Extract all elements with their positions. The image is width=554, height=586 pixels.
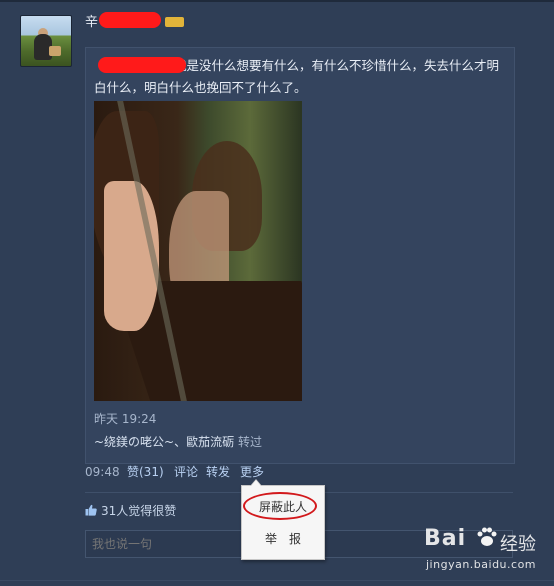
avatar[interactable] xyxy=(20,15,72,67)
like-button[interactable]: 赞(31) xyxy=(127,463,164,481)
redaction-mark-2 xyxy=(98,57,186,73)
likes-count-text: 31人觉得很赞 xyxy=(101,504,177,518)
thumbs-up-icon xyxy=(85,504,97,516)
watermark-word: 经验 xyxy=(500,534,536,555)
user-name[interactable]: 辛 xyxy=(85,14,98,32)
avatar-bag xyxy=(49,46,61,56)
vip-badge xyxy=(165,17,184,27)
redaction-mark xyxy=(99,12,161,28)
repost-users-line: ~绕鎂の咾公~、歐茄流砺 转过 xyxy=(94,433,262,451)
repost-users[interactable]: ~绕鎂の咾公~、歐茄流砺 xyxy=(94,435,234,449)
watermark-url: jingyan.baidu.com xyxy=(426,558,537,571)
forward-button[interactable]: 转发 xyxy=(206,463,230,481)
post-time: 09:48 xyxy=(85,465,120,479)
comment-button[interactable]: 评论 xyxy=(174,463,198,481)
menu-item-report[interactable]: 举报 xyxy=(242,527,324,551)
paw-icon xyxy=(477,527,497,546)
likes-summary[interactable]: 31人觉得很赞 xyxy=(85,502,176,520)
post-photo[interactable] xyxy=(94,101,302,401)
watermark-logo: Bai xyxy=(424,526,467,551)
highlight-annotation xyxy=(243,492,317,520)
repost-time: 昨天 19:24 xyxy=(94,412,157,426)
menu-pointer-fill xyxy=(251,480,261,486)
top-border xyxy=(0,0,554,2)
repost-suffix: 转过 xyxy=(237,435,262,449)
watermark: Bai 经验 jingyan.baidu.com xyxy=(424,524,552,584)
